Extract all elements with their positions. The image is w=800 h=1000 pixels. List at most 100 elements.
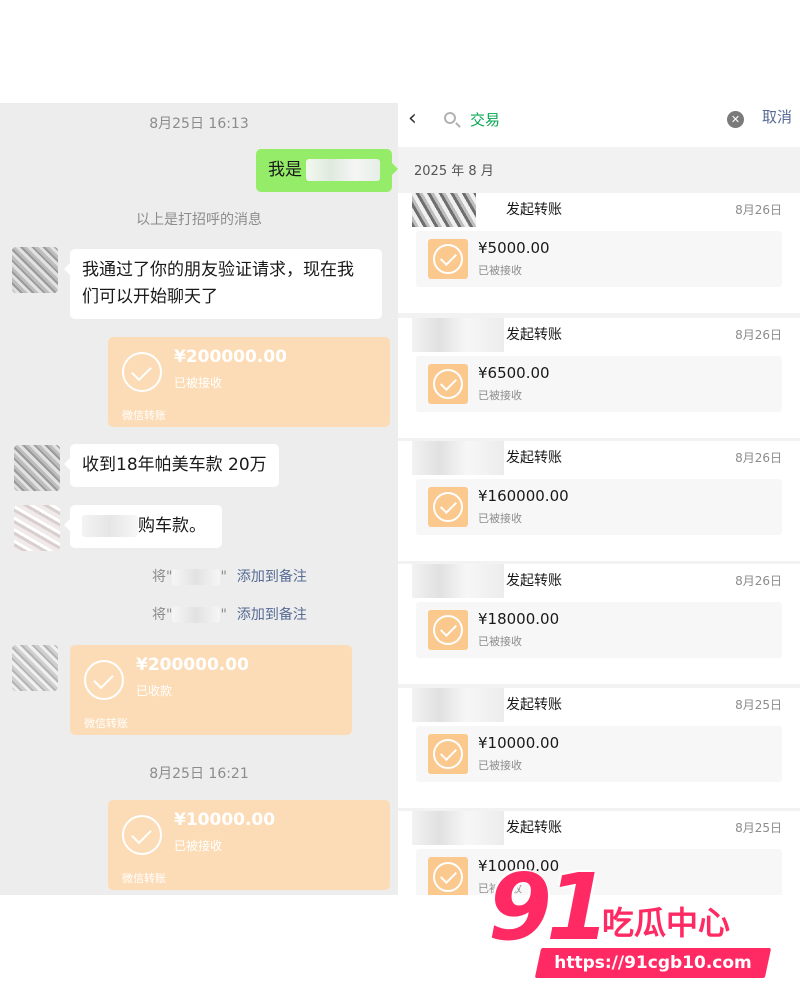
chat-timestamp: 8月25日 16:21 xyxy=(149,766,249,782)
transaction-date: 8月26日 xyxy=(735,328,782,342)
transaction-status: 已被接收 xyxy=(478,759,522,772)
friend-avatar[interactable] xyxy=(12,645,58,691)
self-greeting-bubble[interactable]: 我是 xyxy=(256,149,398,192)
search-icon xyxy=(444,112,456,124)
transfer-card[interactable]: ¥10000.00 已被接收 微信转账 xyxy=(108,800,390,890)
transaction-item[interactable]: 发起转账 8月26日 ¥160000.00 已被接收 xyxy=(398,441,800,561)
friend-message-line: 们可以开始聊天了 xyxy=(82,287,218,307)
search-query: 交易 xyxy=(470,111,501,129)
transaction-date: 8月25日 xyxy=(735,821,782,835)
transaction-amount: ¥5000.00 xyxy=(478,239,550,257)
add-remark-link[interactable]: 添加到备注 xyxy=(237,569,307,585)
month-header: 2025 年 8 月 xyxy=(414,164,494,179)
transaction-status: 已被接收 xyxy=(478,512,522,525)
greeting-prefix: 我是 xyxy=(268,160,302,180)
transaction-amount: ¥10000.00 xyxy=(478,734,560,752)
add-remark-row: 将" " 添加到备注 xyxy=(152,604,307,624)
contact-avatar xyxy=(412,564,504,598)
check-circle-icon xyxy=(122,352,162,392)
transaction-title: 发起转账 xyxy=(506,450,562,466)
check-circle-icon xyxy=(428,487,468,527)
chat-panel: 8月25日 16:13 我是 以上是打招呼的消息 我通过了你的朋友验证请求，现在… xyxy=(0,103,398,895)
redacted-remark xyxy=(172,607,221,623)
check-circle-icon xyxy=(84,660,124,700)
transaction-item[interactable]: 发起转账 8月25日 ¥10000.00 已被接收 xyxy=(398,688,800,808)
check-circle-icon xyxy=(122,815,162,855)
transaction-title: 发起转账 xyxy=(506,327,562,343)
transaction-title: 发起转账 xyxy=(506,820,562,836)
watermark-logo-number: 91 xyxy=(488,854,610,961)
transaction-title: 发起转账 xyxy=(506,202,562,218)
transaction-date: 8月26日 xyxy=(735,574,782,588)
friend-message-line: 我通过了你的朋友验证请求，现在我 xyxy=(82,260,354,280)
contact-avatar xyxy=(412,193,476,227)
contact-avatar xyxy=(412,811,504,845)
contact-avatar xyxy=(412,318,504,352)
friend-message-bubble[interactable]: 我通过了你的朋友验证请求，现在我 们可以开始聊天了 xyxy=(64,249,382,319)
system-note: 以上是打招呼的消息 xyxy=(136,212,262,228)
check-circle-icon xyxy=(428,364,468,404)
redacted-remark xyxy=(172,569,221,585)
cancel-button[interactable]: 取消 xyxy=(762,106,792,127)
transaction-item[interactable]: 发起转账 8月26日 ¥5000.00 已被接收 xyxy=(398,193,800,313)
watermark-url-banner: https://91cgb10.com xyxy=(534,948,772,978)
transaction-amount: ¥160000.00 xyxy=(478,487,569,505)
redacted-name xyxy=(306,159,380,181)
car-payment-message[interactable]: 收到18年帕美车款 20万 xyxy=(64,444,279,487)
friend-avatar[interactable] xyxy=(14,505,60,551)
transfer-status: 已被接收 xyxy=(174,376,223,390)
check-circle-icon xyxy=(428,610,468,650)
watermark-url: https://91cgb10.com xyxy=(554,953,752,973)
contact-avatar xyxy=(412,441,504,475)
car-purchase-message[interactable]: 购车款。 xyxy=(64,505,222,548)
transaction-card[interactable]: ¥6500.00 已被接收 xyxy=(416,356,782,412)
chat-timestamp: 8月25日 16:13 xyxy=(149,116,249,132)
search-bar: ‹ 交易 ✕ 取消 xyxy=(398,103,800,147)
contact-avatar xyxy=(412,688,504,722)
transfer-footer: 微信转账 xyxy=(84,717,128,730)
search-input[interactable]: 交易 ✕ xyxy=(436,105,750,135)
add-remark-row: 将" " 添加到备注 xyxy=(152,566,307,586)
transaction-status: 已被接收 xyxy=(478,264,522,277)
transfer-amount: ¥200000.00 xyxy=(136,655,249,675)
transfer-card[interactable]: ¥200000.00 已被接收 微信转账 xyxy=(108,337,390,427)
check-circle-icon xyxy=(428,239,468,279)
transfer-amount: ¥10000.00 xyxy=(174,810,276,830)
transaction-search-panel: ‹ 交易 ✕ 取消 2025 年 8 月 发起转账 8月26日 ¥5000.00… xyxy=(398,103,800,895)
transfer-footer: 微信转账 xyxy=(122,409,166,422)
transfer-status: 已收款 xyxy=(136,684,173,698)
car-purchase-text: 购车款。 xyxy=(138,516,206,536)
remark-prefix: 将" xyxy=(152,569,173,585)
transaction-status: 已被接收 xyxy=(478,389,522,402)
remark-suffix: " xyxy=(220,607,227,623)
add-remark-link[interactable]: 添加到备注 xyxy=(237,607,307,623)
transaction-item[interactable]: 发起转账 8月26日 ¥6500.00 已被接收 xyxy=(398,318,800,438)
transaction-card[interactable]: ¥10000.00 已被接收 xyxy=(416,726,782,782)
redacted-text xyxy=(82,515,138,537)
check-circle-icon xyxy=(428,857,468,895)
transfer-footer: 微信转账 xyxy=(122,872,166,885)
transfer-status: 已被接收 xyxy=(174,839,223,853)
watermark-logo-text: 吃瓜中心 xyxy=(602,904,731,942)
remark-suffix: " xyxy=(220,569,227,585)
friend-avatar[interactable] xyxy=(14,445,60,491)
transaction-title: 发起转账 xyxy=(506,697,562,713)
clear-icon[interactable]: ✕ xyxy=(727,111,744,128)
transaction-card[interactable]: ¥18000.00 已被接收 xyxy=(416,602,782,658)
check-circle-icon xyxy=(428,734,468,774)
chevron-left-icon[interactable]: ‹ xyxy=(408,106,417,131)
transaction-amount: ¥18000.00 xyxy=(478,610,560,628)
transfer-card[interactable]: ¥200000.00 已收款 微信转账 xyxy=(70,645,352,735)
friend-avatar[interactable] xyxy=(12,247,58,293)
transaction-date: 8月26日 xyxy=(735,451,782,465)
transaction-date: 8月25日 xyxy=(735,698,782,712)
transaction-card[interactable]: ¥5000.00 已被接收 xyxy=(416,231,782,287)
transaction-card[interactable]: ¥160000.00 已被接收 xyxy=(416,479,782,535)
transfer-amount: ¥200000.00 xyxy=(174,347,287,367)
remark-prefix: 将" xyxy=(152,607,173,623)
transaction-title: 发起转账 xyxy=(506,573,562,589)
transaction-date: 8月26日 xyxy=(735,203,782,217)
transaction-amount: ¥6500.00 xyxy=(478,364,550,382)
transaction-status: 已被接收 xyxy=(478,635,522,648)
transaction-item[interactable]: 发起转账 8月26日 ¥18000.00 已被接收 xyxy=(398,564,800,684)
